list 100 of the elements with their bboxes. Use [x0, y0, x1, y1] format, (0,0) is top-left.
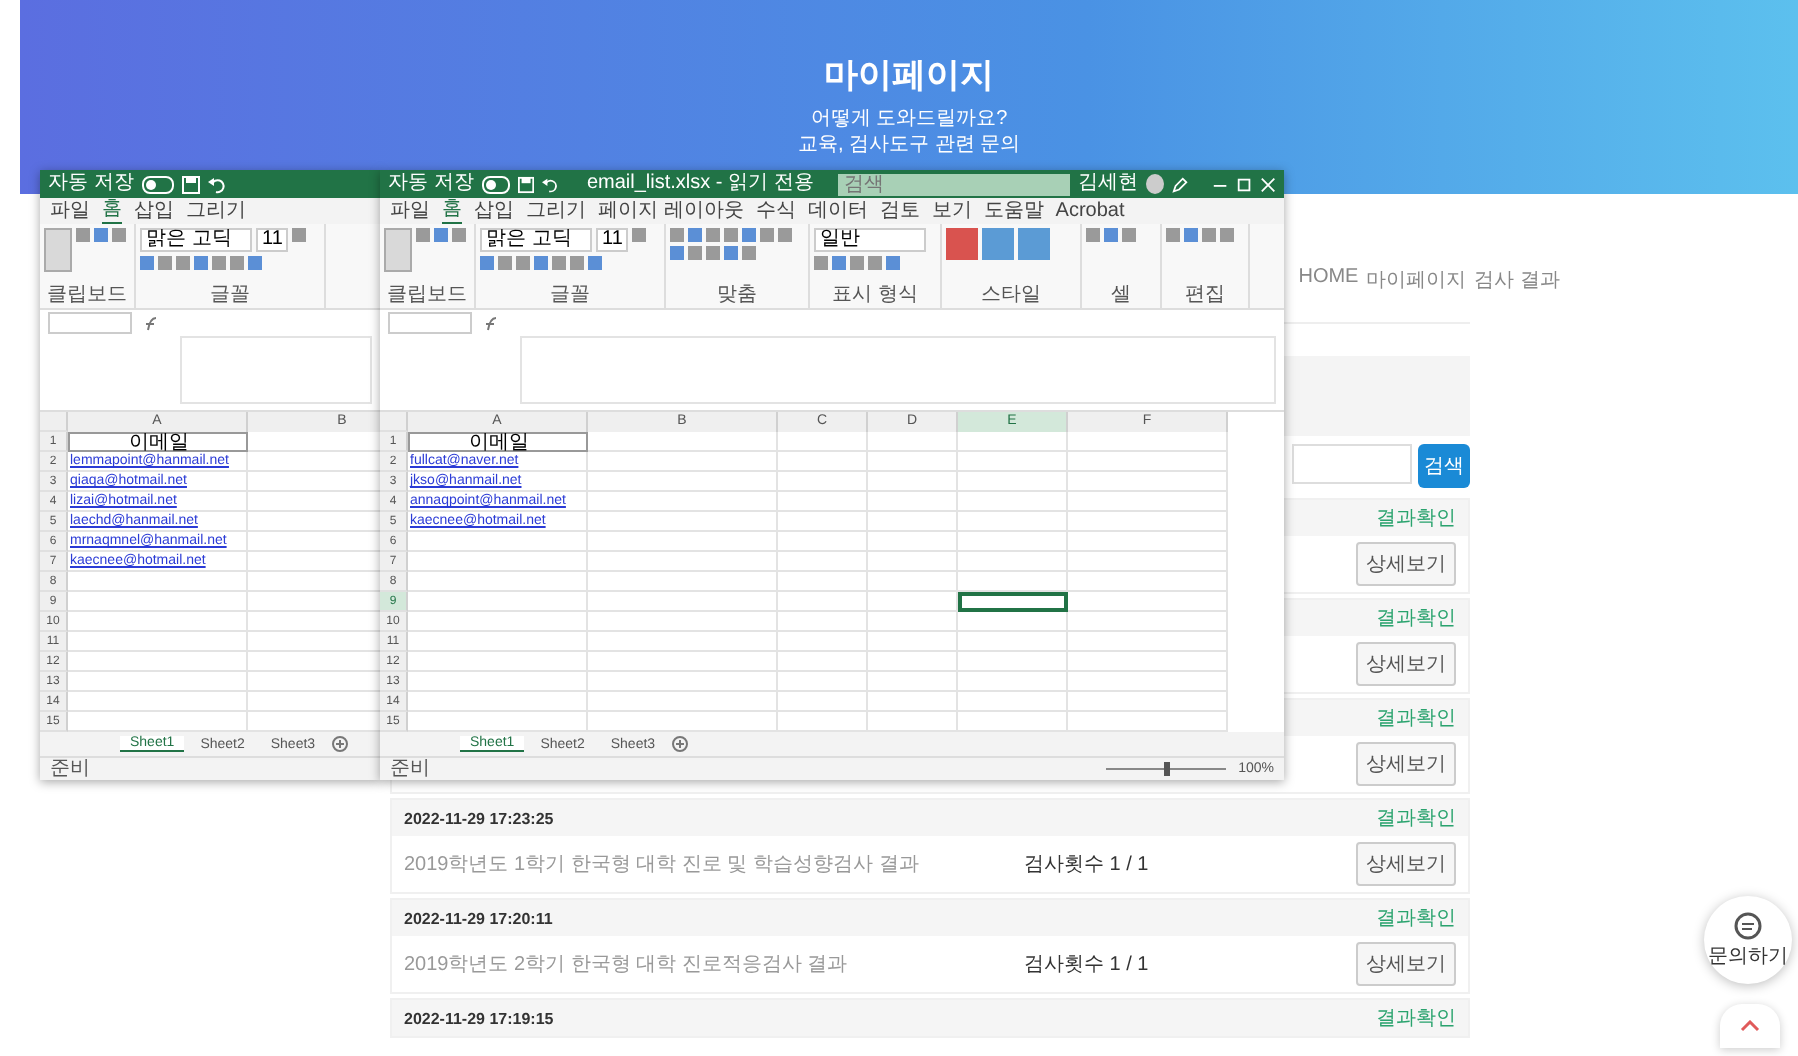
detail-button[interactable]: 상세보기 [1356, 942, 1456, 986]
user-name: 김세현 [1077, 170, 1138, 198]
toggle-switch[interactable] [481, 175, 511, 193]
detail-button[interactable]: 상세보기 [1356, 642, 1456, 686]
detail-button[interactable]: 상세보기 [1356, 742, 1456, 786]
save-icon[interactable] [518, 175, 535, 193]
maximize-icon[interactable] [1235, 175, 1252, 193]
font-size-field[interactable]: 11 [596, 228, 629, 252]
paste-icon[interactable] [44, 228, 72, 272]
ribbon-tab[interactable]: Acrobat [1055, 199, 1125, 223]
table-cell [868, 552, 958, 572]
table-cell [958, 692, 1068, 712]
formula-field[interactable] [520, 336, 1276, 404]
toolbar-icon[interactable] [292, 228, 307, 242]
number-format-field[interactable]: 일반 [814, 228, 926, 252]
active-cell[interactable] [958, 592, 1068, 612]
chat-icon [1734, 911, 1762, 939]
ribbon-tab[interactable]: 데이터 [807, 199, 868, 223]
style-icon[interactable] [982, 228, 1014, 260]
ribbon-group-label: 셀 [1109, 282, 1133, 308]
status-text: 준비 [390, 759, 430, 779]
select-all-corner[interactable] [40, 412, 68, 432]
breadcrumb-link[interactable]: 마이페이지 [1366, 266, 1467, 294]
table-cell [958, 652, 1068, 672]
table-cell [958, 672, 1068, 692]
save-icon[interactable] [181, 175, 200, 193]
table-cell [958, 632, 1068, 652]
ribbon-group-label: 글꼴 [208, 282, 252, 308]
zoom-thumb[interactable] [1164, 762, 1171, 776]
toolbar-icon[interactable] [632, 228, 647, 242]
breadcrumb-link[interactable]: 검사 결과 [1474, 266, 1560, 294]
name-box[interactable] [388, 312, 472, 334]
table-cell [778, 512, 868, 532]
search-field[interactable]: 검색 [837, 173, 1070, 195]
function-icon[interactable] [484, 315, 500, 331]
table-cell: 이메일 [68, 432, 248, 452]
autosave-label: 자동 저장 [388, 170, 474, 198]
style-icon[interactable] [1018, 228, 1050, 260]
ribbon-tab[interactable]: 삽입 [134, 199, 174, 223]
search-field[interactable] [1292, 444, 1412, 484]
close-icon[interactable] [1259, 175, 1276, 193]
table-cell [868, 492, 958, 512]
scroll-top-button[interactable] [1720, 1004, 1780, 1048]
ribbon-tab[interactable]: 페이지 레이아웃 [598, 199, 744, 223]
ribbon-tab[interactable]: 도움말 [983, 199, 1044, 223]
paste-icon[interactable] [384, 228, 412, 272]
page-title: 마이페이지 [824, 54, 994, 98]
select-all-corner[interactable] [380, 412, 408, 432]
ribbon-tab[interactable]: 검토 [879, 199, 920, 223]
table-cell [778, 612, 868, 632]
ribbon-tab[interactable]: 삽입 [474, 199, 514, 223]
banner-subtitle: 교육, 검사도구 관련 문의 [797, 132, 1021, 158]
ribbon-tab[interactable]: 수식 [755, 199, 796, 223]
chevron-up-icon [1740, 1020, 1760, 1032]
name-box[interactable] [48, 312, 132, 334]
avatar[interactable] [1145, 174, 1164, 194]
table-cell [778, 572, 868, 592]
font-name-field[interactable]: 맑은 고딕 [480, 228, 592, 252]
ribbon-tab[interactable]: 보기 [931, 199, 972, 223]
file-name: email_list.xlsx - 읽기 전용 [586, 170, 814, 198]
table-cell [958, 612, 1068, 632]
table-cell [958, 472, 1068, 492]
table-cell [958, 572, 1068, 592]
table-cell [868, 592, 958, 612]
pen-icon[interactable] [1171, 175, 1188, 193]
table-cell [778, 532, 868, 552]
table-cell [778, 592, 868, 612]
font-name-field[interactable]: 맑은 고딕 [140, 228, 252, 252]
ribbon-tab[interactable]: 파일 [50, 199, 90, 223]
banner-subtitle: 어떻게 도와드릴까요? [810, 106, 1008, 132]
result-title: 2019학년도 1학기 한국형 대학 진로 및 학습성향검사 결과 [404, 852, 921, 878]
ribbon-tab[interactable]: 그리기 [526, 199, 586, 223]
ribbon-group-label: 편집 [1183, 282, 1227, 308]
table-cell [778, 452, 868, 472]
toggle-switch[interactable] [141, 175, 174, 193]
function-icon[interactable] [144, 315, 160, 331]
font-size-field[interactable]: 11 [256, 228, 289, 252]
style-icon[interactable] [946, 228, 978, 260]
add-sheet-icon[interactable] [331, 736, 348, 752]
ribbon-group-label: 글꼴 [548, 282, 592, 308]
ribbon-tab[interactable]: 파일 [390, 199, 430, 223]
ribbon-group-label: 클립보드 [45, 282, 129, 308]
table-cell [958, 552, 1068, 572]
table-cell [958, 512, 1068, 532]
ribbon-tab[interactable]: 그리기 [186, 199, 246, 223]
undo-icon[interactable] [207, 175, 226, 193]
undo-icon[interactable] [542, 175, 559, 193]
breadcrumb-link[interactable]: HOME [1298, 266, 1359, 294]
inquiry-button[interactable]: 문의하기 [1704, 896, 1792, 984]
search-button[interactable]: 검색 [1418, 444, 1470, 488]
add-sheet-icon[interactable] [671, 736, 688, 752]
table-cell [778, 632, 868, 652]
ribbon-group-label: 표시 형식 [830, 282, 920, 308]
formula-field[interactable] [180, 336, 372, 404]
detail-button[interactable]: 상세보기 [1356, 542, 1456, 586]
detail-button[interactable]: 상세보기 [1356, 842, 1456, 886]
table-cell [958, 532, 1068, 552]
table-cell [868, 612, 958, 632]
result-date: 2022-11-29 17:19:15 [404, 1009, 554, 1027]
result-count: 검사횟수 1 / 1 [1024, 952, 1149, 978]
